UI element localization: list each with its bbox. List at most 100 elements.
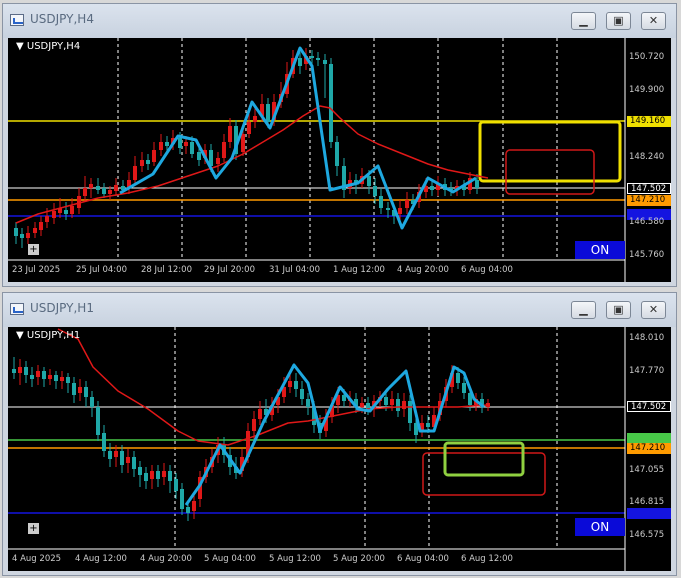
- price-label: 148.240: [629, 152, 665, 162]
- candle-body: [456, 373, 460, 383]
- candle-body: [241, 134, 245, 152]
- candle-body: [174, 479, 178, 491]
- price-label: 146.580: [629, 217, 665, 227]
- candle-body: [102, 433, 106, 451]
- time-label: 1 Aug 12:00: [333, 265, 385, 275]
- symbol-label[interactable]: ▼ USDJPY,H4: [16, 41, 80, 52]
- candle-body: [138, 467, 142, 475]
- candle-body: [192, 501, 196, 511]
- symbol-label[interactable]: ▼ USDJPY,H1: [16, 330, 80, 341]
- candle-body: [288, 381, 292, 387]
- current-price-tag: 147.502: [627, 401, 671, 412]
- candle-body: [475, 180, 479, 188]
- moving-average-line: [15, 105, 489, 224]
- candle-body: [168, 471, 172, 481]
- candle-body: [298, 58, 302, 66]
- candle-body: [12, 369, 16, 373]
- candle-body: [18, 367, 22, 373]
- price-label: 149.900: [629, 85, 665, 95]
- candle-body: [24, 367, 28, 375]
- price-label: 147.055: [629, 465, 665, 475]
- maximize-button[interactable]: ▣: [606, 301, 631, 319]
- time-label: 4 Aug 20:00: [397, 265, 449, 275]
- crosshair-plus-icon[interactable]: +: [28, 523, 39, 534]
- candle-body: [323, 60, 327, 64]
- candle-body: [66, 377, 70, 383]
- symbol-text: USDJPY,H1: [26, 330, 81, 341]
- on-button[interactable]: ON: [575, 241, 625, 259]
- candle-body: [300, 389, 304, 399]
- price-label: 150.720: [629, 52, 665, 62]
- candle-body: [120, 451, 124, 465]
- candle-body: [367, 176, 371, 186]
- candle-body: [405, 200, 409, 208]
- candle-body: [252, 419, 256, 431]
- minimize-button[interactable]: ▁: [571, 301, 596, 319]
- candle-body: [162, 471, 166, 477]
- price-label: 146.575: [629, 530, 665, 540]
- candle-body: [156, 471, 160, 479]
- candle-body: [132, 457, 136, 469]
- candle-body: [386, 208, 390, 210]
- candle-body: [373, 186, 377, 196]
- window-titlebar[interactable]: USDJPY,H4 ▁ ▣ ✕: [3, 4, 676, 38]
- candle-body: [14, 228, 18, 236]
- candle-body: [180, 489, 184, 509]
- chart-canvas[interactable]: ▼ USDJPY,H1 148.010 147.770 147.502 147.…: [8, 327, 671, 571]
- candle-body: [197, 152, 201, 160]
- candle-body: [430, 186, 434, 190]
- price-label: 148.010: [629, 333, 665, 343]
- chart-canvas[interactable]: ▼ USDJPY,H4 150.720 149.900 149.160 148.…: [8, 38, 671, 282]
- candle-body: [402, 401, 406, 409]
- candle-body: [126, 457, 130, 463]
- candle-body: [360, 403, 364, 407]
- price-chart[interactable]: [8, 38, 671, 282]
- red-zone-box: [505, 149, 595, 195]
- dropdown-triangle-icon: ▼: [16, 330, 24, 341]
- candle-body: [36, 371, 40, 377]
- window-titlebar[interactable]: USDJPY,H1 ▁ ▣ ✕: [3, 293, 676, 327]
- candle-body: [216, 158, 220, 164]
- price-label: 145.760: [629, 250, 665, 260]
- price-chart[interactable]: [8, 327, 671, 571]
- on-button[interactable]: ON: [575, 518, 625, 536]
- candle-body: [90, 397, 94, 407]
- candle-body: [20, 234, 24, 238]
- candle-body: [253, 116, 257, 122]
- yellow-zone-box: [478, 120, 622, 183]
- candle-body: [39, 222, 43, 230]
- close-button[interactable]: ✕: [641, 301, 666, 319]
- window-title: USDJPY,H1: [30, 301, 94, 315]
- minimize-button[interactable]: ▁: [571, 12, 596, 30]
- candle-body: [140, 160, 144, 166]
- candle-body: [384, 397, 388, 405]
- candle-body: [462, 383, 466, 393]
- candle-body: [186, 507, 190, 513]
- maximize-button[interactable]: ▣: [606, 12, 631, 30]
- candle-body: [133, 166, 137, 180]
- candle-body: [84, 387, 88, 397]
- current-price-tag: 147.502: [627, 183, 671, 194]
- time-label: 29 Jul 20:00: [204, 265, 255, 275]
- candle-body: [42, 371, 46, 379]
- candle-body: [222, 142, 226, 158]
- candle-body: [335, 142, 339, 166]
- candle-body: [70, 206, 74, 214]
- candle-body: [294, 381, 298, 389]
- candle-body: [266, 104, 270, 122]
- orange-line-tag: 147.210: [627, 443, 671, 454]
- time-label: 25 Jul 04:00: [76, 265, 127, 275]
- time-label: 6 Aug 04:00: [397, 554, 449, 564]
- candle-body: [26, 233, 30, 238]
- candle-body: [329, 64, 333, 142]
- candle-body: [184, 142, 188, 146]
- candle-body: [96, 186, 100, 190]
- time-label: 6 Aug 04:00: [461, 265, 513, 275]
- crosshair-plus-icon[interactable]: +: [28, 244, 39, 255]
- candle-body: [102, 188, 106, 194]
- time-label: 5 Aug 12:00: [269, 554, 321, 564]
- candle-body: [379, 196, 383, 208]
- close-button[interactable]: ✕: [641, 12, 666, 30]
- candle-body: [30, 375, 34, 379]
- candle-body: [72, 383, 76, 395]
